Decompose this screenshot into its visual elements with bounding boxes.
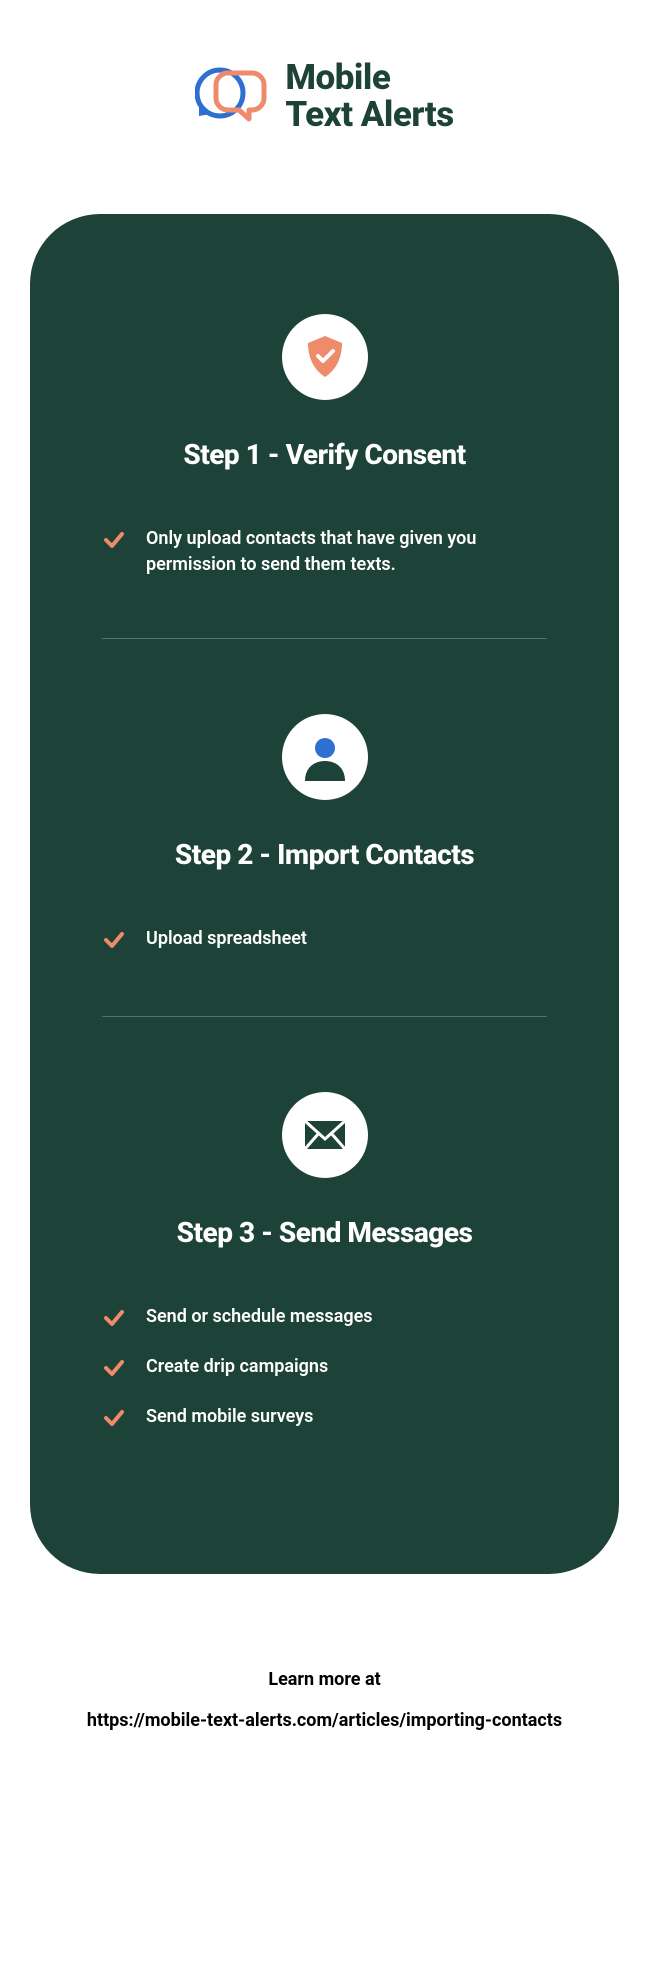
- check-icon: [102, 1306, 126, 1334]
- check-icon: [102, 1406, 126, 1434]
- bullet-text: Create drip campaigns: [146, 1354, 328, 1380]
- divider: [102, 638, 547, 639]
- bullet-text: Only upload contacts that have given you…: [146, 526, 547, 578]
- step-1-title: Step 1 - Verify Consent: [183, 438, 465, 471]
- footer-lead: Learn more at: [30, 1669, 619, 1690]
- list-item: Upload spreadsheet: [102, 926, 547, 956]
- brand-header: Mobile Text Alerts: [30, 60, 619, 134]
- step-1-bullets: Only upload contacts that have given you…: [80, 526, 569, 598]
- step-1: Step 1 - Verify Consent Only upload cont…: [80, 314, 569, 598]
- steps-card: Step 1 - Verify Consent Only upload cont…: [30, 214, 619, 1574]
- step-2-bullets: Upload spreadsheet: [80, 926, 569, 976]
- check-icon: [102, 928, 126, 956]
- step-3-title: Step 3 - Send Messages: [177, 1216, 473, 1249]
- brand-line2: Text Alerts: [285, 97, 453, 134]
- brand-logo-icon: [195, 66, 269, 128]
- list-item: Create drip campaigns: [102, 1354, 547, 1384]
- brand-line1: Mobile: [285, 60, 453, 97]
- bullet-text: Send or schedule messages: [146, 1304, 373, 1330]
- footer-url: https://mobile-text-alerts.com/articles/…: [30, 1710, 619, 1731]
- step-2: Step 2 - Import Contacts Upload spreadsh…: [80, 714, 569, 976]
- step-3: Step 3 - Send Messages Send or schedule …: [80, 1092, 569, 1454]
- envelope-icon: [282, 1092, 368, 1178]
- bullet-text: Send mobile surveys: [146, 1404, 313, 1430]
- bullet-text: Upload spreadsheet: [146, 926, 307, 952]
- person-icon: [282, 714, 368, 800]
- check-icon: [102, 528, 126, 556]
- brand-name: Mobile Text Alerts: [285, 60, 453, 134]
- footer: Learn more at https://mobile-text-alerts…: [30, 1669, 619, 1731]
- divider: [102, 1016, 547, 1017]
- step-2-title: Step 2 - Import Contacts: [175, 838, 474, 871]
- step-3-bullets: Send or schedule messages Create drip ca…: [80, 1304, 569, 1454]
- list-item: Only upload contacts that have given you…: [102, 526, 547, 578]
- shield-check-icon: [282, 314, 368, 400]
- list-item: Send mobile surveys: [102, 1404, 547, 1434]
- check-icon: [102, 1356, 126, 1384]
- list-item: Send or schedule messages: [102, 1304, 547, 1334]
